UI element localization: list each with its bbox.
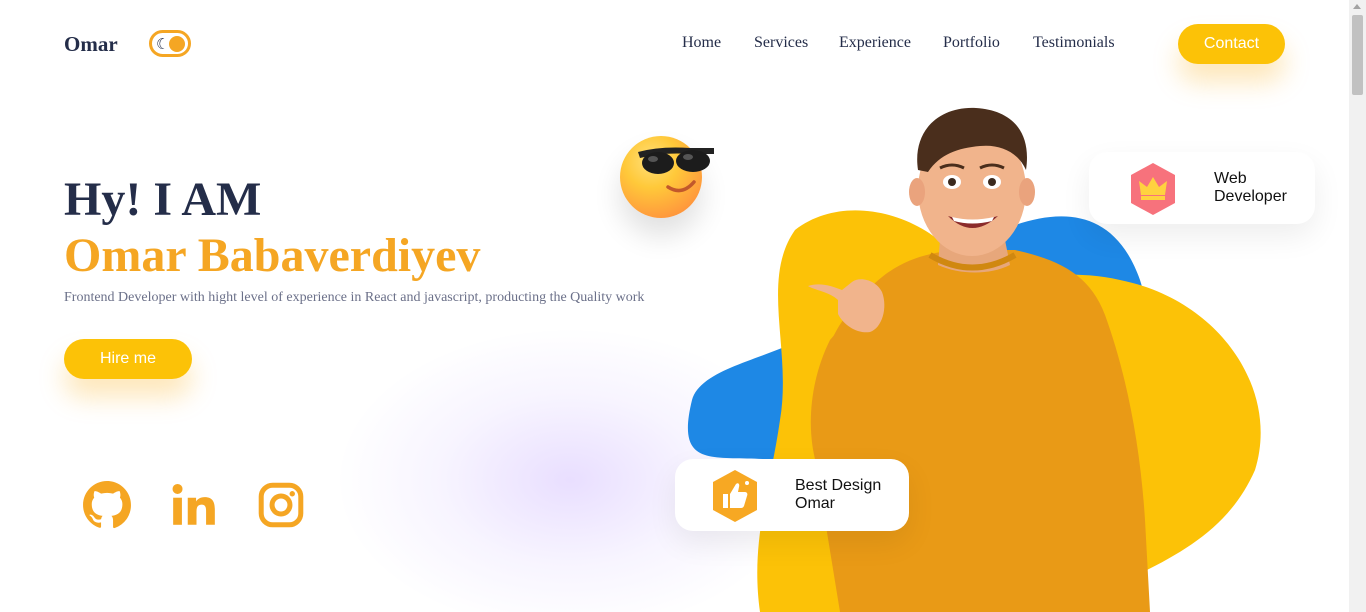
intro-description: Frontend Developer with hight level of e… bbox=[64, 290, 645, 305]
card-web-line2: Developer bbox=[1214, 188, 1287, 205]
moon-icon: ☾ bbox=[156, 35, 170, 53]
greeting-heading: Hy! I AM bbox=[64, 173, 262, 226]
name-heading: Omar Babaverdiyev bbox=[64, 229, 481, 282]
logo[interactable]: Omar bbox=[64, 32, 118, 57]
scroll-up-arrow-icon[interactable] bbox=[1353, 4, 1361, 9]
best-design-label: Best Design Omar bbox=[795, 477, 881, 513]
toggle-knob bbox=[169, 36, 185, 52]
nav-item-services[interactable]: Services bbox=[754, 34, 808, 52]
vertical-scrollbar[interactable] bbox=[1349, 0, 1366, 612]
scroll-thumb[interactable] bbox=[1352, 15, 1363, 95]
theme-toggle[interactable]: ☾ bbox=[149, 30, 191, 57]
card-web-line1: Web bbox=[1214, 170, 1247, 187]
card-best-line2: Omar bbox=[795, 495, 835, 512]
nav-item-experience[interactable]: Experience bbox=[839, 34, 911, 52]
github-icon[interactable] bbox=[82, 480, 132, 530]
contact-button[interactable]: Contact bbox=[1178, 24, 1285, 64]
nav-item-portfolio[interactable]: Portfolio bbox=[943, 34, 1000, 52]
card-best-line1: Best Design bbox=[795, 477, 882, 494]
crown-icon bbox=[1131, 163, 1175, 215]
instagram-icon[interactable] bbox=[256, 480, 306, 530]
thumbs-up-icon bbox=[713, 470, 757, 522]
nav-item-home[interactable]: Home bbox=[682, 34, 721, 52]
best-design-card: Best Design Omar bbox=[675, 459, 909, 531]
hire-me-button[interactable]: Hire me bbox=[64, 339, 192, 379]
web-developer-label: Web Developer bbox=[1214, 170, 1287, 206]
nav-item-testimonials[interactable]: Testimonials bbox=[1033, 34, 1115, 52]
linkedin-icon[interactable] bbox=[169, 480, 219, 530]
web-developer-card: Web Developer bbox=[1089, 152, 1315, 224]
